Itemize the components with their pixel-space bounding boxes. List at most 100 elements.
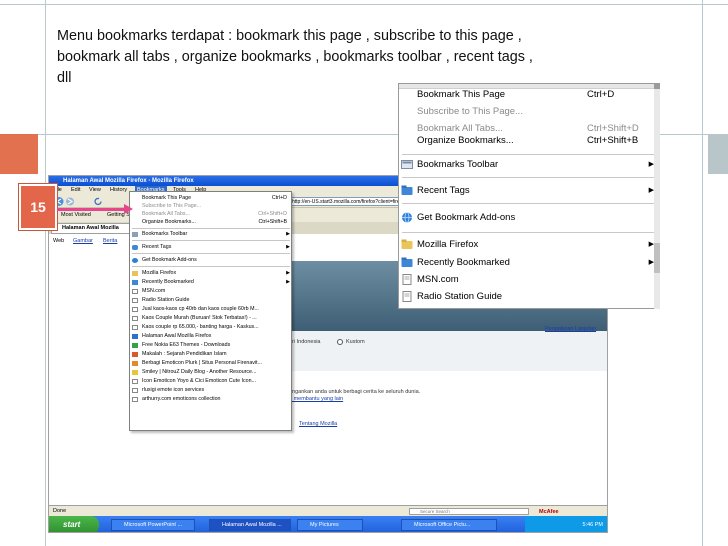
custom-radio-label: Kustom: [346, 339, 365, 345]
site-icon: [132, 352, 138, 357]
sm-bookmark-item[interactable]: Kaos Couple Murah (Buruan! Stok Terbatas…: [130, 314, 293, 323]
scrollbar-thumb[interactable]: [654, 243, 660, 273]
msn-item[interactable]: MSN.com: [399, 271, 659, 288]
sm-bookmark-item[interactable]: Smiley | NitrouZ Daily Blog - Another Re…: [130, 368, 293, 377]
sm-separator: [132, 228, 290, 229]
globe-icon: [132, 258, 138, 263]
share-text: angankan anda untuk berbagi cerita ke se…: [289, 389, 421, 395]
status-bar: Done Secure Search McAfee: [49, 505, 607, 516]
sm-recently-bookmarked[interactable]: Recently Bookmarked ▶: [130, 278, 293, 287]
recent-folder-icon: [132, 280, 138, 285]
sm-bookmark-item[interactable]: Icon Emoticon Yoyo & Cici Emoticon Cute …: [130, 377, 293, 386]
smiley-icon: [132, 370, 138, 375]
menu-separator: [402, 154, 656, 155]
recent-tags-item[interactable]: Recent Tags ▶: [399, 182, 659, 199]
subscribe-item[interactable]: Subscribe to This Page...: [399, 103, 659, 120]
taskbar-item-firefox[interactable]: Halaman Awal Mozilla ...: [209, 519, 291, 531]
search-link-images[interactable]: Gambar: [73, 234, 93, 248]
toolbar-icon: [132, 232, 138, 237]
firefox-icon: [132, 334, 138, 339]
taskbar-item-pictures[interactable]: My Pictures: [297, 519, 363, 531]
slide-left-rule: [45, 0, 46, 546]
slide-accent-block: [0, 134, 38, 174]
sm-radio-station[interactable]: Radio Station Guide: [130, 296, 293, 305]
system-tray: 5:46 PM: [525, 516, 607, 532]
menu-separator: [402, 203, 656, 204]
page-icon: [132, 397, 138, 402]
slide-body-text: Menu bookmarks terdapat : bookmark this …: [57, 26, 677, 89]
folder-icon: [401, 239, 413, 249]
mozilla-firefox-folder-item[interactable]: Mozilla Firefox ▶: [399, 236, 659, 253]
pointer-arrow-shaft: [57, 208, 125, 211]
sm-bookmark-item[interactable]: Makalah : Sejarah Pendidikan Islam: [130, 350, 293, 359]
page-search-area: [289, 331, 607, 371]
sm-msn[interactable]: MSN.com: [130, 287, 293, 296]
windows-taskbar: start Microsoft PowerPoint ... Halaman A…: [49, 516, 607, 532]
page-icon: [132, 307, 138, 312]
sm-separator: [132, 253, 290, 254]
sm-bookmark-item[interactable]: Free Nokia E63 Themes - Downloads: [130, 341, 293, 350]
sm-separator: [132, 266, 290, 267]
slide-right-rule: [702, 0, 703, 546]
clock: 5:46 PM: [582, 522, 603, 528]
menu-separator: [402, 232, 656, 233]
page-icon: [132, 388, 138, 393]
sm-bookmark-item[interactable]: Kaos couple rp 65.000,- banting harga - …: [130, 323, 293, 332]
page-icon: [132, 298, 138, 303]
reload-icon[interactable]: [93, 196, 103, 207]
secure-search-input[interactable]: Secure Search: [409, 508, 529, 515]
bookmarks-menu-zoomed: Bookmark This Page Ctrl+D Subscribe to Th…: [398, 83, 660, 309]
sm-recent-tags[interactable]: Recent Tags ▶: [130, 243, 293, 252]
sm-bookmark-item[interactable]: Berbagi Emoticon Plurk | Situs Personal …: [130, 359, 293, 368]
help-others-link[interactable]: u membantu yang lain: [289, 396, 343, 402]
back-forward-icon[interactable]: [53, 196, 93, 207]
bookmarks-dropdown-small: Bookmark This Page Ctrl+D Subscribe to Th…: [129, 191, 292, 431]
about-mozilla-link[interactable]: Tentang Mozilla: [299, 421, 337, 427]
taskbar-item-powerpoint[interactable]: Microsoft PowerPoint ...: [111, 519, 195, 531]
sm-organize-bookmarks[interactable]: Organize Bookmarks... Ctrl+Shift+B: [130, 218, 293, 227]
tag-folder-icon: [132, 245, 138, 250]
menu-view[interactable]: View: [89, 186, 101, 195]
menu-separator: [402, 177, 656, 178]
step-number-badge: 15: [19, 184, 57, 230]
advanced-settings-link[interactable]: Pengaturan Lanjutan: [545, 326, 596, 332]
menu-corner: [654, 83, 660, 89]
sm-bookmark-item[interactable]: rluxigi emote icon services: [130, 386, 293, 395]
radio-station-guide-item[interactable]: Radio Station Guide: [399, 288, 659, 305]
submenu-arrow-icon: ▶: [286, 231, 290, 237]
toolbar-icon: [401, 160, 413, 169]
submenu-arrow-icon: ▶: [286, 244, 290, 250]
taskbar-item-office-picture[interactable]: Microsoft Office Pictu...: [401, 519, 497, 531]
search-link-news[interactable]: Berita: [103, 234, 117, 248]
bookmarks-toolbar-item[interactable]: Bookmarks Toolbar ▶: [399, 156, 659, 173]
menu-scrollbar[interactable]: [654, 83, 660, 309]
slide-accent-block-right: [708, 134, 728, 174]
page-icon: [402, 291, 412, 302]
custom-radio[interactable]: [337, 339, 343, 345]
sm-bookmark-item[interactable]: Jual kaos-kaos cp 40rb dan kaos couple 6…: [130, 305, 293, 314]
menu-edit[interactable]: Edit: [71, 186, 80, 195]
site-icon: [132, 361, 138, 366]
status-text: Done: [53, 508, 67, 514]
page-icon: [402, 274, 412, 285]
get-bookmark-addons-item[interactable]: Get Bookmark Add-ons: [399, 209, 659, 226]
sm-bookmarks-toolbar[interactable]: Bookmarks Toolbar ▶: [130, 230, 293, 239]
menu-history[interactable]: History: [110, 186, 127, 195]
sm-bookmark-item[interactable]: Halaman Awal Mozilla Firefox: [130, 332, 293, 341]
sm-separator: [132, 240, 290, 241]
sm-get-addons[interactable]: Get Bookmark Add-ons: [130, 256, 293, 265]
page-icon: [132, 325, 138, 330]
page-icon: [132, 316, 138, 321]
globe-icon: [402, 212, 412, 223]
site-icon: [132, 343, 138, 348]
search-link-web[interactable]: Web: [53, 234, 64, 248]
tag-folder-icon: [401, 185, 413, 195]
sm-bookmark-item[interactable]: arthurry.com emoticons collection: [130, 395, 293, 404]
organize-bookmarks-item[interactable]: Organize Bookmarks... Ctrl+Shift+B: [399, 132, 659, 149]
sm-mozilla-firefox[interactable]: Mozilla Firefox ▶: [130, 269, 293, 278]
bookmark-this-page-item[interactable]: Bookmark This Page Ctrl+D: [399, 86, 659, 103]
start-button[interactable]: start: [49, 516, 99, 532]
page-icon: [132, 379, 138, 384]
recently-bookmarked-item[interactable]: Recently Bookmarked ▶: [399, 254, 659, 271]
slide-text-line-1: Menu bookmarks terdapat : bookmark this …: [57, 28, 522, 44]
